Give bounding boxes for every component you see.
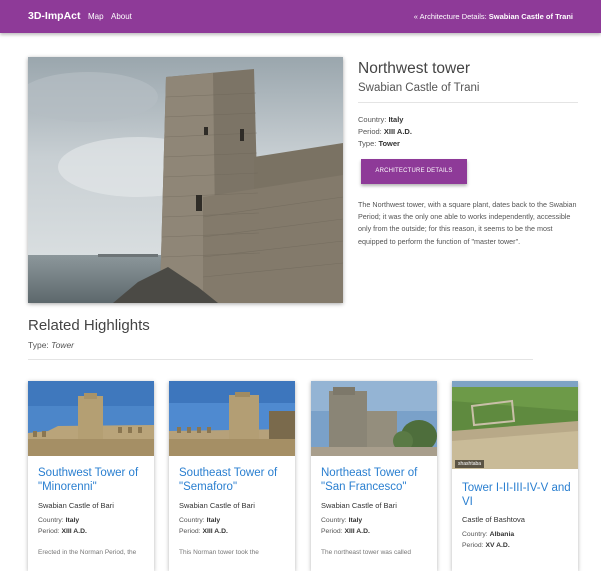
- card-period-label: Period:: [38, 528, 60, 535]
- breadcrumb[interactable]: « Architecture Details: Swabian Castle o…: [414, 12, 573, 21]
- meta-type-value: Tower: [378, 139, 400, 148]
- card-thumbnail[interactable]: [311, 381, 437, 456]
- related-type-filter: Type: Tower: [28, 340, 74, 350]
- related-card[interactable]: Northeast Tower of "San Francesco" Swabi…: [311, 381, 437, 571]
- card-thumbnail[interactable]: [169, 381, 295, 456]
- related-type-value: Tower: [51, 340, 75, 350]
- card-castle: Swabian Castle of Bari: [38, 501, 114, 510]
- related-divider: [28, 359, 533, 360]
- related-type-label: Type:: [28, 340, 49, 350]
- meta-period-value: XIII A.D.: [383, 127, 412, 136]
- card-country: Country: Albania: [462, 529, 514, 540]
- card-castle: Swabian Castle of Bari: [179, 501, 255, 510]
- meta-period-label: Period:: [358, 127, 382, 136]
- card-period-label: Period:: [462, 542, 484, 549]
- card-period-label: Period:: [179, 528, 201, 535]
- card-period-label: Period:: [321, 528, 343, 535]
- card-period: Period: XV A.D.: [462, 540, 510, 551]
- card-country: Country: Italy: [179, 515, 220, 526]
- card-country-value: Italy: [348, 517, 363, 524]
- castle-subtitle: Swabian Castle of Trani: [358, 82, 480, 94]
- card-country-value: Italy: [65, 517, 80, 524]
- card-country: Country: Italy: [38, 515, 79, 526]
- card-castle: Swabian Castle of Bari: [321, 501, 397, 510]
- nav-map-link[interactable]: Map: [88, 12, 104, 21]
- card-country: Country: Italy: [321, 515, 362, 526]
- card-period-value: XIII A.D.: [61, 528, 87, 535]
- detail-divider: [358, 102, 578, 103]
- card-castle: Castle of Bashtova: [462, 515, 525, 524]
- tower-title: Northwest tower: [358, 60, 470, 77]
- card-country-label: Country:: [38, 517, 64, 524]
- related-card[interactable]: shashtaba Tower I-II-III-IV-V and VI Cas…: [452, 381, 578, 571]
- card-title-link[interactable]: Northeast Tower of "San Francesco": [321, 466, 433, 494]
- card-title-link[interactable]: Tower I-II-III-IV-V and VI: [462, 481, 574, 509]
- meta-country-value: Italy: [388, 115, 404, 124]
- brand-logo-link[interactable]: 3D-ImpAct: [28, 10, 81, 22]
- tower-main-image: [28, 57, 343, 303]
- card-period-value: XIII A.D.: [202, 528, 228, 535]
- card-period: Period: XIII A.D.: [38, 526, 87, 537]
- card-snippet: This Norman tower took the: [179, 549, 259, 556]
- meta-type: Type: Tower: [358, 139, 400, 148]
- meta-country: Country: Italy: [358, 115, 403, 124]
- card-snippet: Erected in the Norman Period, the: [38, 549, 137, 556]
- card-period: Period: XIII A.D.: [321, 526, 370, 537]
- tower-description: The Northwest tower, with a square plant…: [358, 200, 577, 246]
- related-card[interactable]: Southeast Tower of "Semaforo" Swabian Ca…: [169, 381, 295, 571]
- card-period-value: XV A.D.: [485, 542, 510, 549]
- card-country-label: Country:: [179, 517, 205, 524]
- card-period-value: XIII A.D.: [344, 528, 370, 535]
- meta-country-label: Country:: [358, 115, 387, 124]
- breadcrumb-current: Swabian Castle of Trani: [488, 12, 573, 21]
- related-card[interactable]: Southwest Tower of "Minorenni" Swabian C…: [28, 381, 154, 571]
- top-navbar: 3D-ImpAct Map About « Architecture Detai…: [0, 0, 601, 33]
- card-country-value: Italy: [206, 517, 221, 524]
- card-country-value: Albania: [489, 531, 515, 538]
- card-title-link[interactable]: Southwest Tower of "Minorenni": [38, 466, 150, 494]
- architecture-details-button[interactable]: ARCHITECTURE DETAILS: [361, 159, 467, 184]
- nav-about-link[interactable]: About: [111, 12, 132, 21]
- meta-type-label: Type:: [358, 139, 377, 148]
- card-country-label: Country:: [462, 531, 488, 538]
- image-watermark: shashtaba: [455, 460, 485, 468]
- card-snippet: The northeast tower was called: [321, 549, 411, 556]
- card-country-label: Country:: [321, 517, 347, 524]
- card-thumbnail[interactable]: [28, 381, 154, 456]
- card-title-link[interactable]: Southeast Tower of "Semaforo": [179, 466, 291, 494]
- related-highlights-heading: Related Highlights: [28, 317, 150, 334]
- card-thumbnail[interactable]: shashtaba: [452, 381, 578, 469]
- meta-period: Period: XIII A.D.: [358, 127, 412, 136]
- breadcrumb-prefix: « Architecture Details:: [413, 12, 487, 21]
- card-period: Period: XIII A.D.: [179, 526, 228, 537]
